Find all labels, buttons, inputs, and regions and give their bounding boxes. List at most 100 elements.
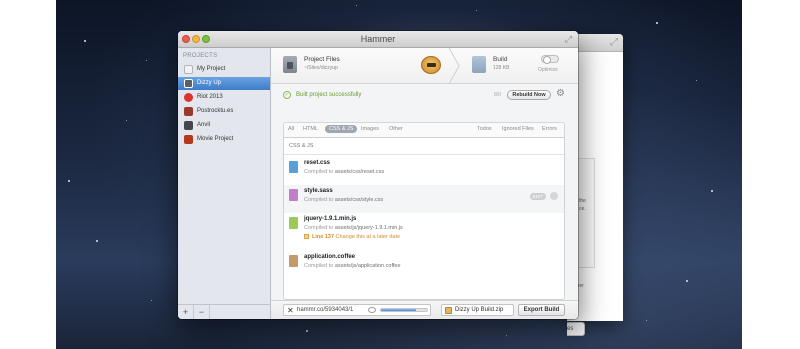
add-project-button[interactable]: +	[178, 305, 194, 319]
sidebar-item-label: My Project	[197, 66, 226, 72]
progress-fill	[381, 309, 416, 311]
zip-download-button[interactable]: Dizzy Up Build.zip	[441, 304, 514, 316]
gear-icon[interactable]: ⚙	[556, 89, 566, 99]
upload-progress-bar	[380, 308, 428, 312]
share-url-field[interactable]: ✕ hammr.co/5934043/1	[283, 304, 431, 316]
sidebar-heading: PROJECTS	[183, 53, 218, 59]
star	[84, 40, 86, 42]
star	[68, 180, 70, 182]
file-row-style-sass[interactable]: style.sass Compiled to assets/css/style.…	[284, 185, 564, 213]
main-panel: Project Files ~/Sites/dizzyup Build 128 …	[271, 48, 578, 319]
file-output-path: Compiled to assets/js/application.coffee	[304, 263, 401, 269]
divider	[284, 154, 564, 155]
file-count: 8/0	[494, 92, 501, 98]
star	[126, 120, 127, 121]
sidebar: PROJECTS My Project Dizzy Up Riot 2013 P…	[178, 48, 271, 319]
sidebar-item-riot-2013[interactable]: Riot 2013	[178, 91, 270, 104]
coffee-file-icon	[289, 255, 298, 267]
postrock-project-icon	[184, 107, 193, 116]
tab-all[interactable]: All	[288, 126, 294, 132]
tab-other[interactable]: Other	[389, 126, 403, 132]
star	[476, 10, 477, 11]
sidebar-item-label: Postrocktu.es	[197, 108, 234, 114]
css-file-icon	[289, 161, 298, 173]
status-row: ✓ Built project successfully 8/0 Rebuild…	[271, 84, 578, 106]
js-file-icon	[289, 217, 298, 229]
dizzy-up-project-icon	[184, 79, 193, 88]
build-title[interactable]: Build	[493, 56, 507, 63]
star	[696, 80, 697, 81]
project-folder-icon[interactable]	[283, 56, 297, 73]
export-build-button[interactable]: Export Build	[518, 304, 565, 316]
file-name: application.coffee	[304, 254, 356, 260]
window-title: Hammer	[360, 34, 396, 44]
star	[686, 280, 688, 282]
sidebar-item-label: Dizzy Up	[197, 80, 222, 86]
remove-project-button[interactable]: −	[194, 305, 210, 319]
bottom-bar: ✕ hammr.co/5934043/1 Dizzy Up Build.zip …	[271, 300, 578, 319]
file-name: jquery-1.9.1.min.js	[304, 216, 357, 222]
star	[656, 22, 658, 24]
file-output-path: Compiled to assets/css/style.css	[304, 197, 384, 203]
star	[506, 335, 507, 336]
background-text: ce.	[579, 206, 586, 212]
sidebar-item-label: Movie Project	[197, 136, 234, 142]
section-label: CSS & JS	[289, 143, 314, 149]
file-row-application-coffee[interactable]: application.coffee Compiled to assets/js…	[284, 251, 564, 279]
file-output-path: Compiled to assets/css/reset.css	[304, 169, 385, 175]
tab-html[interactable]: HTML	[303, 126, 318, 132]
background-panel	[575, 158, 595, 268]
fullscreen-icon[interactable]: ⤢	[565, 34, 572, 45]
sidebar-item-anvil[interactable]: Anvil	[178, 119, 270, 132]
star	[711, 190, 713, 192]
sidebar-item-movie-project[interactable]: Movie Project	[178, 133, 270, 146]
star	[646, 320, 647, 321]
optimize-toggle[interactable]	[541, 55, 559, 64]
tab-css-js[interactable]: CSS & JS	[325, 125, 358, 133]
file-settings-icon[interactable]	[550, 192, 558, 200]
sidebar-item-my-project[interactable]: My Project	[178, 63, 270, 76]
star	[146, 60, 147, 61]
check-icon: ✓	[283, 91, 291, 99]
todo-note[interactable]: Line 137 Change this at a later date	[304, 234, 400, 240]
file-name: style.sass	[304, 188, 333, 194]
sidebar-item-label: Riot 2013	[197, 94, 223, 100]
sidebar-item-dizzy-up[interactable]: Dizzy Up	[178, 77, 270, 90]
file-output-path: Compiled to assets/js/jquery-1.9.1.min.j…	[304, 225, 403, 231]
riot-project-icon	[184, 93, 193, 102]
project-files-path: ~/Sites/dizzyup	[304, 65, 338, 71]
share-url: hammr.co/5934043/1	[297, 307, 354, 313]
star	[96, 240, 98, 242]
edit-button[interactable]: EDIT	[530, 193, 546, 200]
optimize-label: Optimize	[538, 67, 558, 73]
zip-icon	[445, 307, 452, 314]
hammer-build-icon[interactable]	[421, 56, 441, 74]
rebuild-now-button[interactable]: Rebuild Now	[507, 90, 551, 100]
project-files-title[interactable]: Project Files	[304, 56, 340, 63]
tab-errors[interactable]: Errors	[542, 126, 557, 132]
build-size: 128 KB	[493, 65, 510, 71]
x-icon: ✕	[287, 306, 294, 315]
tab-ignored-files[interactable]: Ignored Files	[502, 126, 534, 132]
background-text: the	[579, 198, 586, 204]
chevron-right-icon	[448, 48, 460, 84]
expand-icon[interactable]: ⤢	[610, 37, 618, 48]
sidebar-item-postrocktues[interactable]: Postrocktu.es	[178, 105, 270, 118]
tab-images[interactable]: Images	[361, 126, 379, 132]
file-list: CSS & JS reset.css Compiled to assets/cs…	[283, 137, 565, 300]
file-row-reset-css[interactable]: reset.css Compiled to assets/css/reset.c…	[284, 157, 564, 185]
background-button[interactable]: es	[567, 322, 585, 336]
todo-icon	[304, 234, 309, 239]
sass-file-icon	[289, 189, 298, 201]
tab-todos[interactable]: Todos	[477, 126, 492, 132]
hammer-window: Hammer ⤢ PROJECTS My Project Dizzy Up Ri…	[178, 31, 578, 319]
build-folder-icon[interactable]	[472, 56, 486, 73]
file-row-jquery[interactable]: jquery-1.9.1.min.js Compiled to assets/j…	[284, 213, 564, 249]
movie-project-icon	[184, 135, 193, 144]
star	[151, 300, 152, 301]
eye-icon[interactable]	[368, 307, 376, 313]
blank-project-icon	[184, 65, 193, 74]
sidebar-item-label: Anvil	[197, 122, 211, 128]
star	[356, 5, 357, 6]
titlebar[interactable]: Hammer ⤢	[178, 31, 578, 48]
